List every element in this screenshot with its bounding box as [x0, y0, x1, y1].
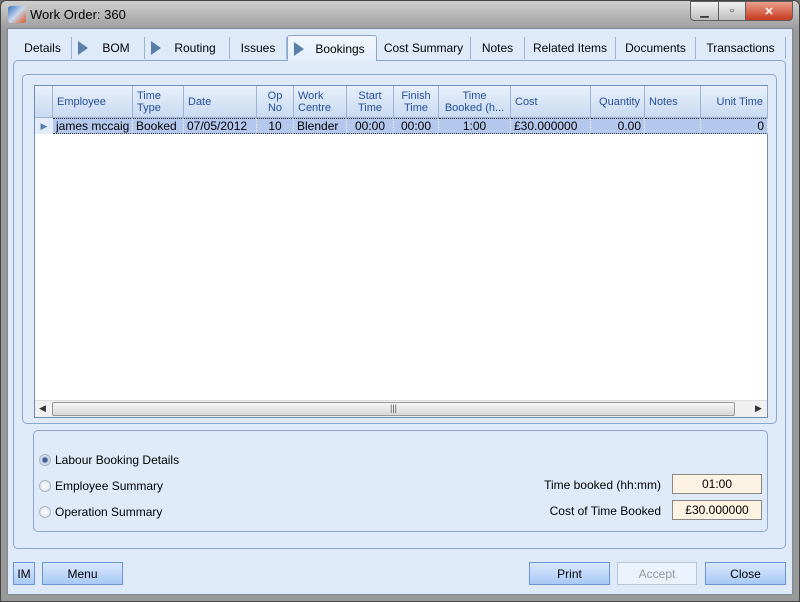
tab-label: Routing: [174, 41, 216, 55]
column-header[interactable]: Unit Time: [701, 86, 768, 118]
table-cell[interactable]: 10: [257, 118, 294, 134]
column-header[interactable]: Employee: [53, 86, 133, 118]
tab-label: Related Items: [532, 41, 608, 55]
table-cell[interactable]: £30.000000: [511, 118, 591, 134]
tab-label: BOM: [102, 41, 130, 55]
row-header-corner: [35, 86, 53, 118]
tab-bookings[interactable]: Bookings: [287, 35, 377, 61]
app-icon: [8, 6, 26, 23]
time-booked-label: Time booked (hh:mm): [544, 478, 661, 492]
accept-button[interactable]: Accept: [617, 562, 697, 585]
tab-label: Documents: [625, 41, 686, 55]
column-header[interactable]: Work Centre: [294, 86, 347, 118]
radio-icon: [39, 506, 51, 518]
column-header[interactable]: Time Booked (h...: [439, 86, 511, 118]
tab-label: Details: [24, 41, 61, 55]
print-button[interactable]: Print: [529, 562, 610, 585]
tab-label: Bookings: [315, 41, 365, 56]
expand-arrow-icon: [151, 41, 161, 55]
radio-labour-booking-details[interactable]: Labour Booking Details: [39, 453, 179, 467]
table-cell[interactable]: 00:00: [347, 118, 394, 134]
tab-label: Notes: [481, 41, 514, 55]
im-button[interactable]: IM: [13, 562, 35, 585]
column-header[interactable]: Quantity: [591, 86, 645, 118]
tab-routing[interactable]: Routing: [145, 37, 230, 59]
column-header[interactable]: Notes: [645, 86, 701, 118]
column-header[interactable]: Time Type: [133, 86, 184, 118]
bookings-grid[interactable]: ▶ Employee Time Type Date Op No Work Centre S…: [34, 85, 768, 418]
table-cell[interactable]: Booked: [133, 118, 184, 134]
tab-notes[interactable]: Notes: [471, 37, 525, 59]
tab-cost-summary[interactable]: Cost Summary: [377, 37, 471, 59]
tab-label: Issues: [240, 41, 276, 55]
table-cell[interactable]: james mccaig: [53, 118, 133, 134]
tab-label: Cost Summary: [383, 41, 464, 55]
time-booked-field: 01:00: [672, 474, 762, 494]
expand-arrow-icon: [294, 41, 304, 56]
radio-label: Operation Summary: [55, 505, 163, 519]
radio-label: Labour Booking Details: [55, 453, 180, 467]
table-cell[interactable]: 0.00: [591, 118, 645, 134]
table-cell[interactable]: 07/05/2012: [184, 118, 257, 134]
scroll-left-icon[interactable]: ◀: [39, 403, 46, 414]
column-header[interactable]: Op No: [257, 86, 294, 118]
radio-icon: [39, 480, 51, 492]
close-icon: ✕: [764, 5, 774, 18]
tab-transactions[interactable]: Transactions: [696, 37, 786, 59]
expand-arrow-icon: [78, 41, 88, 55]
tab-label: Transactions: [706, 41, 775, 55]
tab-bom[interactable]: BOM: [72, 37, 145, 59]
radio-icon: [39, 454, 51, 466]
close-window-button[interactable]: ✕: [745, 1, 793, 21]
current-row-indicator-icon: ▶: [35, 118, 53, 134]
maximize-icon: ▫: [730, 5, 734, 17]
table-cell[interactable]: 0: [701, 118, 768, 134]
scroll-thumb[interactable]: |||: [52, 402, 735, 416]
window-title: Work Order: 360: [30, 7, 126, 22]
table-cell[interactable]: [645, 118, 701, 134]
horizontal-scrollbar[interactable]: ◀ ||| ▶: [35, 400, 767, 417]
table-cell[interactable]: 00:00: [394, 118, 439, 134]
cost-label: Cost of Time Booked: [549, 504, 661, 518]
radio-employee-summary[interactable]: Employee Summary: [39, 479, 163, 493]
tab-related-items[interactable]: Related Items: [525, 37, 616, 59]
tab-details[interactable]: Details: [14, 37, 72, 59]
column-header[interactable]: Cost: [511, 86, 591, 118]
minimize-icon: ▁: [700, 5, 709, 18]
column-header[interactable]: Date: [184, 86, 257, 118]
close-button[interactable]: Close: [705, 562, 786, 585]
maximize-button[interactable]: ▫: [718, 1, 746, 21]
radio-operation-summary[interactable]: Operation Summary: [39, 505, 162, 519]
scroll-right-icon[interactable]: ▶: [755, 403, 762, 414]
radio-label: Employee Summary: [55, 479, 164, 493]
tab-issues[interactable]: Issues: [230, 37, 287, 59]
menu-button[interactable]: Menu: [42, 562, 123, 585]
table-cell[interactable]: Blender: [294, 118, 347, 134]
table-cell[interactable]: 1:00: [439, 118, 511, 134]
column-header[interactable]: Start Time: [347, 86, 394, 118]
tab-documents[interactable]: Documents: [616, 37, 696, 59]
minimize-button[interactable]: ▁: [690, 1, 719, 21]
column-header[interactable]: Finish Time: [394, 86, 439, 118]
cost-field: £30.000000: [672, 500, 762, 520]
